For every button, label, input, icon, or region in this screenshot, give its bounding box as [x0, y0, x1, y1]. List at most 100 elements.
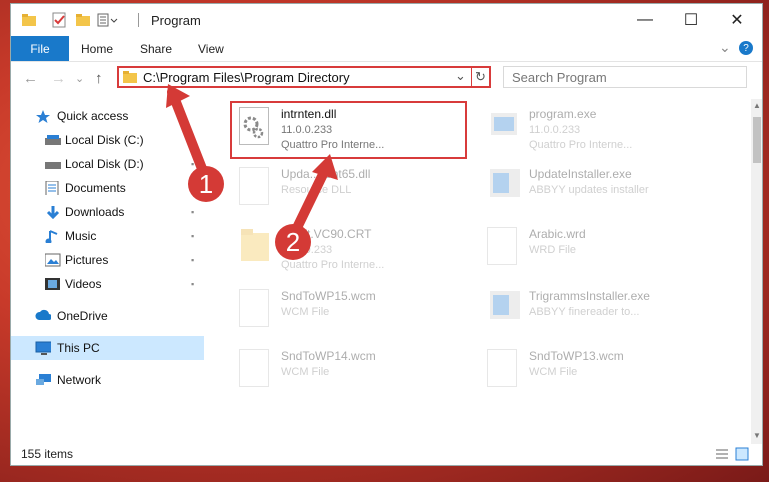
file-name: UpdateInstaller.exe: [529, 167, 632, 181]
music-icon: [45, 230, 58, 243]
sidebar-item-label: Network: [57, 373, 102, 387]
folder-icon[interactable]: [21, 12, 37, 28]
drive-icon: [45, 135, 61, 145]
pc-icon: [35, 341, 51, 355]
address-divider: [471, 67, 472, 87]
sidebar-item-label: Quick access: [57, 109, 129, 123]
recent-locations-button[interactable]: ⌄: [75, 72, 84, 85]
scroll-thumb[interactable]: [753, 117, 761, 163]
vertical-scrollbar[interactable]: ▲ ▼: [751, 99, 762, 444]
download-icon: [46, 206, 60, 219]
sidebar-item-label: Local Disk (C:): [65, 133, 144, 147]
file-name: Arabic.wrd: [529, 227, 586, 241]
tab-share[interactable]: Share: [140, 42, 172, 56]
ribbon-expand-icon[interactable]: ⌄: [719, 39, 731, 56]
up-button[interactable]: ↑: [95, 70, 103, 87]
sidebar-item-label: Downloads: [65, 205, 125, 219]
pin-icon: ▪: [191, 255, 195, 265]
file-version: 11.0.0.233: [529, 124, 581, 136]
videos-icon: [45, 278, 60, 290]
tab-file[interactable]: File: [11, 36, 69, 61]
file-type: WRD File: [529, 244, 577, 256]
sidebar-item-this-pc[interactable]: This PC: [11, 336, 204, 360]
file-description: Quattro Pro Interne...: [529, 139, 633, 151]
file-type: WCM File: [281, 306, 330, 318]
title-bar: Program — ☐ ✕: [11, 4, 762, 36]
file-item-updateinstaller-exe[interactable]: UpdateInstaller.exe ABBYY updates instal…: [479, 161, 724, 217]
file-icon: [239, 289, 269, 327]
pictures-icon: [45, 253, 61, 267]
dll-gear-icon: [239, 167, 269, 205]
sidebar-item-label: OneDrive: [57, 309, 108, 323]
sidebar-item-label: Local Disk (D:): [65, 157, 144, 171]
file-item-sndtowp14-wcm[interactable]: SndToWP14.wcm WCM File: [231, 343, 476, 399]
pin-icon: ▪: [191, 231, 195, 241]
properties-icon[interactable]: [51, 12, 67, 28]
file-name: TrigrammsInstaller.exe: [529, 289, 650, 303]
address-dropdown-icon[interactable]: ⌄: [455, 68, 466, 84]
file-item-arabic-wrd[interactable]: Arabic.wrd WRD File: [479, 221, 724, 277]
sidebar-item-label: Music: [65, 229, 97, 243]
file-name: SndToWP13.wcm: [529, 349, 624, 363]
sidebar-item-onedrive[interactable]: OneDrive: [11, 304, 204, 328]
sidebar-item-videos[interactable]: Videos ▪: [11, 272, 204, 296]
file-item-trigrammsinstaller-exe[interactable]: TrigrammsInstaller.exe ABBYY finereader …: [479, 283, 724, 339]
file-type: WCM File: [529, 366, 578, 378]
address-row: ← → ⌄ ↑ C:\Program Files\Program Directo…: [11, 62, 762, 96]
explorer-window: Program — ☐ ✕ File Home Share View ⌄ ? ←…: [10, 3, 763, 466]
callout-badge-1: 1: [188, 166, 224, 202]
search-placeholder: Search Program: [512, 70, 607, 85]
refresh-icon[interactable]: ↻: [475, 69, 486, 85]
details-view-icon[interactable]: [715, 448, 729, 460]
exe-icon: [491, 113, 517, 135]
search-input[interactable]: Search Program: [503, 66, 747, 88]
file-icon: [239, 349, 269, 387]
maximize-button[interactable]: ☐: [668, 4, 714, 36]
back-button[interactable]: ←: [23, 70, 38, 87]
star-icon: [36, 110, 50, 123]
file-icon: [487, 227, 517, 265]
minimize-button[interactable]: —: [622, 4, 668, 36]
sidebar-item-label: This PC: [57, 341, 100, 355]
sidebar-item-pictures[interactable]: Pictures ▪: [11, 248, 204, 272]
sidebar-item-music[interactable]: Music ▪: [11, 224, 204, 248]
window-title: Program: [151, 13, 201, 28]
large-icons-view-icon[interactable]: [735, 447, 749, 461]
status-bar: 155 items: [11, 444, 762, 465]
title-separator: [138, 13, 139, 27]
help-icon[interactable]: ?: [739, 41, 753, 55]
file-type: ABBYY updates installer: [529, 184, 649, 196]
tab-view[interactable]: View: [198, 42, 224, 56]
folder-icon: [123, 71, 137, 83]
sidebar-item-label: Pictures: [65, 253, 109, 267]
item-count: 155 items: [21, 447, 74, 461]
scroll-up-icon[interactable]: ▲: [753, 101, 761, 110]
sidebar-item-network[interactable]: Network: [11, 368, 204, 392]
close-button[interactable]: ✕: [714, 4, 760, 36]
sidebar-item-label: Videos: [65, 277, 102, 291]
file-name: program.exe: [529, 107, 597, 121]
folder-icon: [241, 229, 269, 261]
file-description: Quattro Pro Interne...: [281, 259, 385, 271]
drive-icon: [45, 162, 61, 169]
file-item-sndtowp13-wcm[interactable]: SndToWP13.wcm WCM File: [479, 343, 724, 399]
callout-badge-2: 2: [275, 224, 311, 260]
new-folder-icon[interactable]: [75, 12, 91, 28]
file-icon: [487, 349, 517, 387]
installer-icon: [490, 169, 520, 197]
pin-icon: ▪: [191, 279, 195, 289]
installer-icon: [490, 291, 520, 319]
tab-home[interactable]: Home: [81, 42, 113, 56]
file-item-program-exe[interactable]: program.exe 11.0.0.233 Quattro Pro Inter…: [479, 101, 724, 157]
file-type: WCM File: [281, 366, 330, 378]
file-name: SndToWP15.wcm: [281, 289, 376, 303]
file-type: ABBYY finereader to...: [529, 306, 640, 318]
file-name: SndToWP14.wcm: [281, 349, 376, 363]
documents-icon: [45, 181, 59, 195]
forward-button[interactable]: →: [51, 70, 66, 87]
customize-toolbar-icon[interactable]: [97, 12, 119, 28]
file-item-sndtowp15-wcm[interactable]: SndToWP15.wcm WCM File: [231, 283, 476, 339]
sidebar-item-label: Documents: [65, 181, 126, 195]
cloud-icon: [35, 309, 51, 320]
scroll-down-icon[interactable]: ▼: [753, 431, 761, 440]
